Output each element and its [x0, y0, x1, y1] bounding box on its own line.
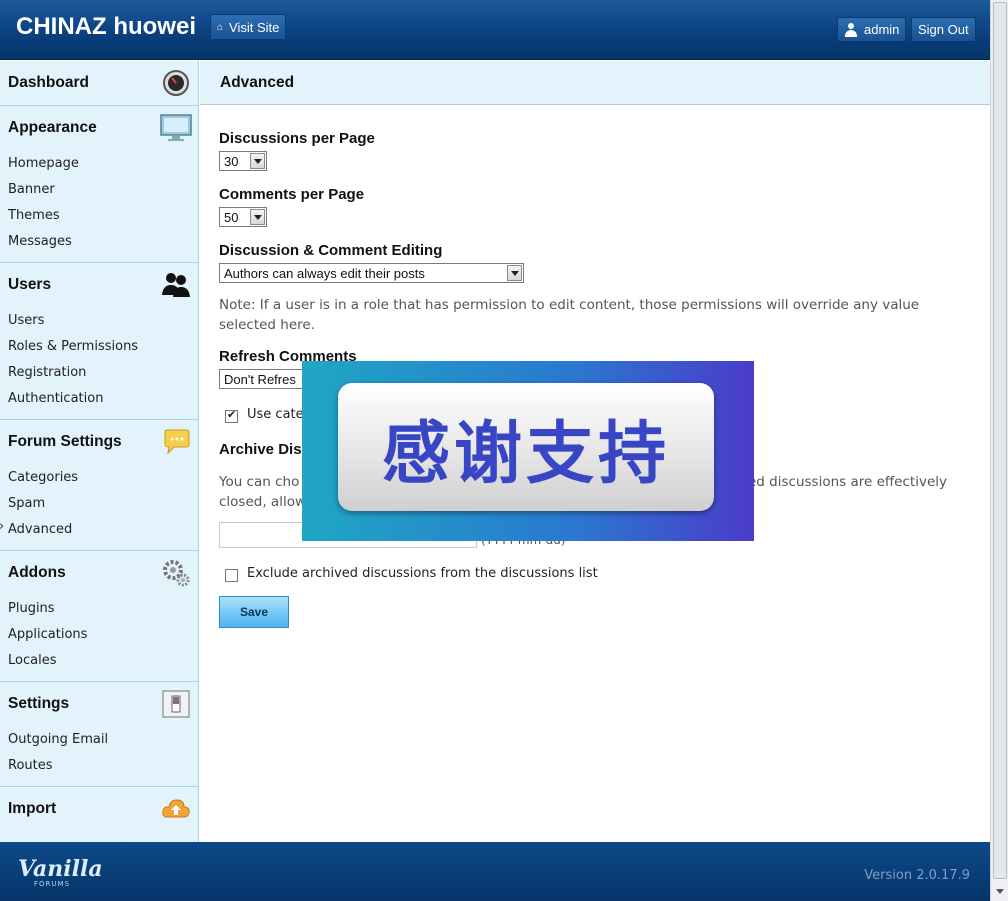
site-title[interactable]: CHINAZ huowei [16, 13, 196, 41]
vertical-scrollbar[interactable] [990, 0, 1008, 901]
scrollbar-thumb[interactable] [993, 2, 1007, 879]
gears-icon [163, 560, 190, 587]
sidebar-section-forum-settings: Forum Settings Categories Spam Advanced [0, 420, 198, 551]
discussions-per-page-select[interactable]: 30 [219, 151, 267, 171]
refresh-comments-value: Don't Refres [224, 371, 296, 387]
sign-out-button[interactable]: Sign Out [911, 17, 976, 42]
visit-site-button[interactable]: ⌂ Visit Site [210, 14, 287, 40]
top-header: CHINAZ huowei ⌂ Visit Site admin Sign Ou… [0, 0, 990, 60]
user-button[interactable]: admin [837, 17, 907, 42]
sidebar: Dashboard Appearance Homepage Banner The… [0, 61, 199, 842]
sidebar-item-roles-permissions[interactable]: Roles & Permissions [0, 333, 198, 359]
footer: Vanilla FORUMS Version 2.0.17.9 [0, 842, 990, 901]
comments-per-page-label: Comments per Page [219, 186, 365, 203]
vanilla-logo-sub: FORUMS [34, 880, 71, 888]
sidebar-item-users[interactable]: Users [0, 307, 198, 333]
scroll-down-arrow-icon[interactable] [993, 883, 1007, 899]
sidebar-item-applications[interactable]: Applications [0, 621, 198, 647]
sidebar-section-dashboard: Dashboard [0, 61, 198, 106]
speech-bubble-icon [164, 429, 190, 455]
vanilla-logo[interactable]: Vanilla [18, 856, 103, 882]
sidebar-item-locales[interactable]: Locales [0, 647, 198, 673]
exclude-archived-checkbox[interactable] [225, 569, 238, 582]
exclude-archived-label: Exclude archived discussions from the di… [247, 566, 598, 581]
visit-site-label: Visit Site [229, 19, 280, 35]
editing-label: Discussion & Comment Editing [219, 242, 443, 259]
archive-label: Archive Dis [219, 441, 302, 458]
sidebar-item-advanced[interactable]: Advanced [0, 516, 198, 542]
sidebar-section-settings: Settings Outgoing Email Routes [0, 682, 198, 787]
home-icon: ⌂ [217, 21, 224, 33]
archive-text-right: ed discussions are effectively [748, 474, 947, 490]
chevron-down-icon [250, 209, 265, 225]
switch-icon [162, 690, 190, 718]
users-icon [162, 273, 190, 297]
chevron-down-icon [250, 153, 265, 169]
archive-text-left-2: closed, allow [219, 494, 306, 510]
sidebar-section-appearance: Appearance Homepage Banner Themes Messag… [0, 106, 198, 263]
sidebar-section-import: Import [0, 787, 198, 831]
sidebar-section-addons: Addons Plugins Applications Locales [0, 551, 198, 682]
overlay-banner-text: 感谢支持 [381, 414, 670, 494]
editing-note: Note: If a user is in a role that has pe… [219, 297, 920, 333]
user-icon [844, 22, 858, 37]
sidebar-item-outgoing-email[interactable]: Outgoing Email [0, 726, 198, 752]
comments-per-page-value: 50 [224, 209, 239, 225]
sidebar-section-users: Users Users Roles & Permissions Registra… [0, 263, 198, 420]
sidebar-item-messages[interactable]: Messages [0, 228, 198, 254]
editing-value: Authors can always edit their posts [224, 265, 425, 281]
overlay-banner: 感谢支持 [302, 361, 754, 541]
sidebar-item-plugins[interactable]: Plugins [0, 595, 198, 621]
editing-select[interactable]: Authors can always edit their posts [219, 263, 524, 283]
use-categories-checkbox[interactable] [225, 408, 238, 423]
page-title: Advanced [200, 61, 990, 105]
sidebar-item-banner[interactable]: Banner [0, 176, 198, 202]
cloud-upload-icon [162, 799, 190, 818]
save-button[interactable]: Save [219, 596, 289, 628]
sidebar-item-authentication[interactable]: Authentication [0, 385, 198, 411]
comments-per-page-select[interactable]: 50 [219, 207, 267, 227]
sidebar-item-registration[interactable]: Registration [0, 359, 198, 385]
sidebar-item-homepage[interactable]: Homepage [0, 150, 198, 176]
overlay-banner-plate: 感谢支持 [338, 383, 714, 511]
dashboard-icon [163, 70, 189, 96]
discussions-per-page-label: Discussions per Page [219, 130, 375, 147]
sidebar-item-spam[interactable]: Spam [0, 490, 198, 516]
discussions-per-page-value: 30 [224, 153, 239, 169]
monitor-icon [160, 114, 192, 141]
sidebar-item-routes[interactable]: Routes [0, 752, 198, 778]
chevron-down-icon [507, 265, 522, 281]
version-text: Version 2.0.17.9 [864, 868, 970, 883]
user-name: admin [864, 22, 900, 37]
sidebar-item-categories[interactable]: Categories [0, 464, 198, 490]
sidebar-item-themes[interactable]: Themes [0, 202, 198, 228]
archive-text-left: You can cho [219, 474, 300, 490]
